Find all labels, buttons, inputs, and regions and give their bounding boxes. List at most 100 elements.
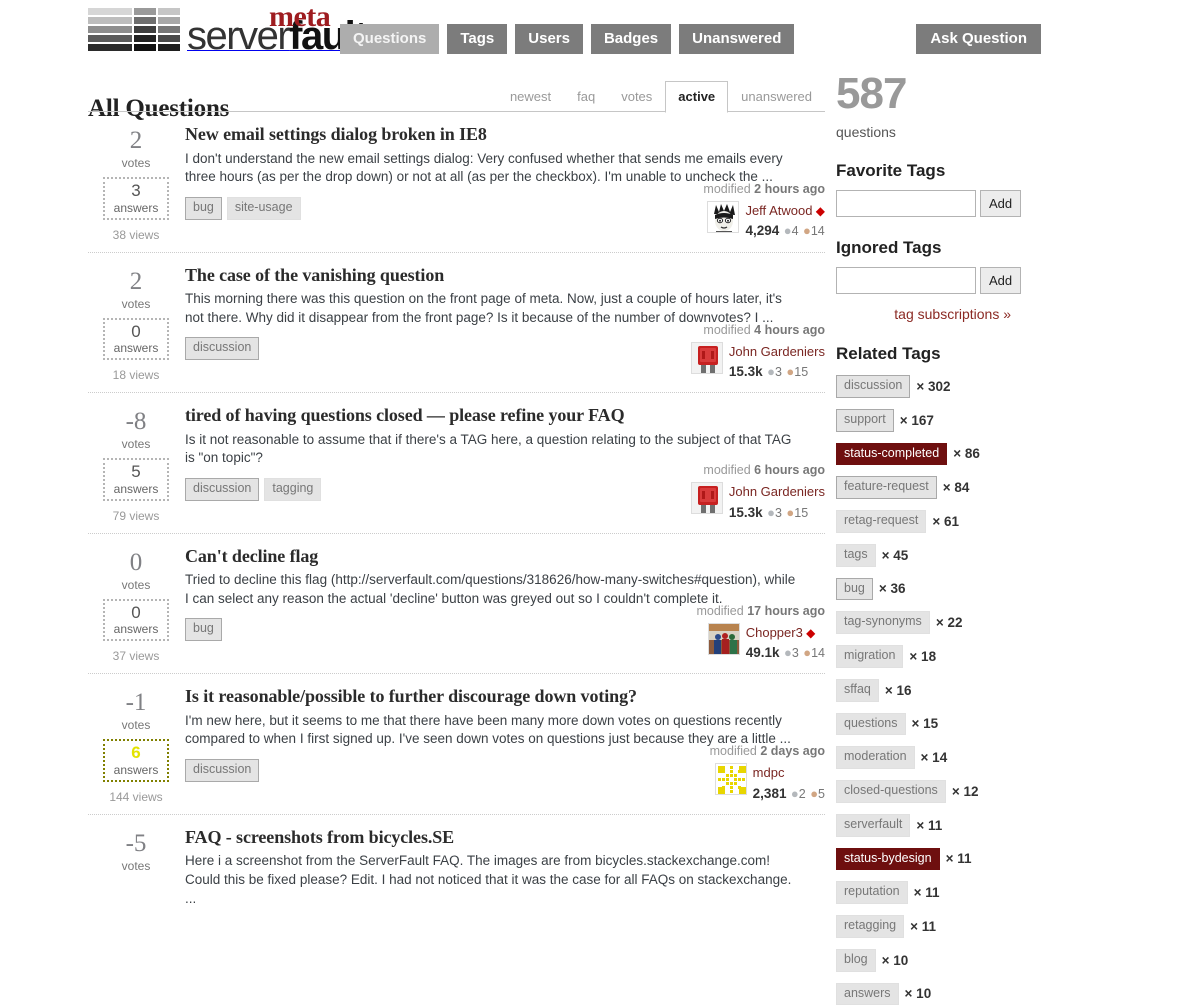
tab-newest[interactable]: newest — [497, 81, 564, 112]
question-title-link[interactable]: tired of having questions closed — pleas… — [185, 405, 825, 427]
tab-active[interactable]: active — [665, 81, 728, 113]
user-name-link[interactable]: John Gardeniers — [729, 484, 825, 499]
question-user-block: modified 2 hours agoJeff Atwood ◆4,294 ●… — [633, 182, 825, 242]
answer-count: 5 — [114, 462, 159, 482]
related-tag[interactable]: tag-synonyms — [836, 611, 930, 634]
question-tag[interactable]: discussion — [185, 759, 259, 782]
ignored-tags-input[interactable] — [836, 267, 976, 294]
view-count: 79 views — [88, 509, 184, 523]
favorite-tags-input[interactable] — [836, 190, 976, 217]
related-tag-count: × 10 — [905, 986, 932, 1001]
related-tag[interactable]: status-bydesign — [836, 848, 940, 871]
view-count: 38 views — [88, 228, 184, 242]
logo-meta-word: meta — [269, 2, 330, 32]
related-tag[interactable]: blog — [836, 949, 876, 972]
modified-time: modified 6 hours ago — [633, 463, 825, 477]
answer-count-label: answers — [114, 201, 159, 215]
related-tag-count: × 167 — [900, 413, 934, 428]
question-count-label: questions — [836, 124, 1086, 140]
related-tags-heading: Related Tags — [836, 344, 1086, 364]
question-tag[interactable]: bug — [185, 197, 222, 220]
avatar[interactable] — [708, 623, 740, 655]
related-tag[interactable]: feature-request — [836, 476, 937, 499]
related-tag[interactable]: answers — [836, 983, 899, 1005]
avatar[interactable] — [691, 482, 723, 514]
answer-count: 3 — [114, 181, 159, 201]
user-name-link[interactable]: John Gardeniers — [729, 344, 825, 359]
question-title-link[interactable]: The case of the vanishing question — [185, 265, 825, 287]
view-count: 37 views — [88, 649, 184, 663]
silver-badge-count: 2 — [799, 787, 806, 801]
tag-subscriptions-link[interactable]: tag subscriptions » — [836, 306, 1011, 322]
vote-count-label: votes — [88, 297, 184, 311]
ignored-tags-add-button[interactable]: Add — [980, 267, 1021, 294]
related-tag[interactable]: retagging — [836, 915, 904, 938]
tab-votes[interactable]: votes — [608, 81, 665, 112]
answer-count-box: 6answers — [103, 739, 170, 782]
nav-item-users[interactable]: Users — [515, 24, 583, 54]
avatar[interactable] — [691, 342, 723, 374]
favorite-tags-add-button[interactable]: Add — [980, 190, 1021, 217]
user-card: John Gardeniers15.3k ●3 ●15 — [633, 482, 825, 523]
question-tag[interactable]: discussion — [185, 337, 259, 360]
related-tag[interactable]: serverfault — [836, 814, 910, 837]
related-tag-row: migration× 18 — [836, 645, 1086, 668]
nav-item-questions[interactable]: Questions — [340, 24, 439, 54]
question-tag[interactable]: tagging — [264, 478, 321, 501]
nav-item-tags[interactable]: Tags — [447, 24, 507, 54]
related-tag-row: reputation× 11 — [836, 881, 1086, 904]
vote-count: -8 — [88, 409, 184, 434]
related-tag[interactable]: questions — [836, 713, 906, 736]
related-tag-row: tag-synonyms × 22 — [836, 611, 1086, 634]
silver-badge-icon: ● — [791, 786, 799, 801]
question-tag[interactable]: bug — [185, 618, 222, 641]
related-tag[interactable]: migration — [836, 645, 903, 668]
question-stats: -1votes6answers144 views — [88, 686, 184, 804]
question-title-link[interactable]: Can't decline flag — [185, 546, 825, 568]
question-user-block: modified 6 hours ago John Gardeniers15.3k… — [633, 463, 825, 523]
answer-count-box: 5answers — [103, 458, 170, 501]
related-tag[interactable]: closed-questions — [836, 780, 946, 803]
related-tag-count: × 12 — [952, 784, 979, 799]
related-tag-row: answers × 10 — [836, 983, 1086, 1005]
user-name-link[interactable]: mdpc — [753, 765, 785, 780]
avatar[interactable] — [707, 201, 739, 233]
related-tag[interactable]: tags — [836, 544, 876, 567]
related-tag-count: × 22 — [936, 615, 963, 630]
vote-count-label: votes — [88, 437, 184, 451]
tab-unanswered[interactable]: unanswered — [728, 81, 825, 112]
ask-question-button[interactable]: Ask Question — [916, 24, 1041, 54]
user-name-link[interactable]: Jeff Atwood — [745, 203, 812, 218]
ignored-tags-row: Add — [836, 267, 1086, 294]
related-tag-row: blog× 10 — [836, 949, 1086, 972]
user-reputation: 15.3k — [729, 364, 763, 379]
related-tag[interactable]: moderation — [836, 746, 915, 769]
avatar[interactable] — [715, 763, 747, 795]
related-tag[interactable]: status-completed — [836, 443, 947, 466]
silver-badge-count: 3 — [775, 506, 782, 520]
silver-badge-icon: ● — [767, 505, 775, 520]
related-tag[interactable]: sffaq — [836, 679, 879, 702]
modified-value: 2 hours ago — [754, 182, 825, 196]
related-tag[interactable]: retag-request — [836, 510, 926, 533]
question-tag[interactable]: discussion — [185, 478, 259, 501]
related-tag[interactable]: reputation — [836, 881, 908, 904]
question-title-link[interactable]: Is it reasonable/possible to further dis… — [185, 686, 825, 708]
tab-faq[interactable]: faq — [564, 81, 608, 112]
related-tag[interactable]: support — [836, 409, 894, 432]
question-summary: The case of the vanishing questionThis m… — [184, 265, 825, 383]
question-row: 2votes3answers38 viewsNew email settings… — [88, 112, 825, 253]
question-tag[interactable]: site-usage — [227, 197, 301, 220]
related-tag[interactable]: discussion — [836, 375, 910, 398]
user-card: Jeff Atwood ◆4,294 ●4 ●14 — [633, 201, 825, 242]
nav-item-badges[interactable]: Badges — [591, 24, 671, 54]
question-title-link[interactable]: New email settings dialog broken in IE8 — [185, 124, 825, 146]
user-name-link[interactable]: Chopper3 — [746, 625, 803, 640]
question-title-link[interactable]: FAQ - screenshots from bicycles.SE — [185, 827, 825, 849]
silver-badge-count: 3 — [775, 365, 782, 379]
related-tag[interactable]: bug — [836, 578, 873, 601]
modified-value: 6 hours ago — [754, 463, 825, 477]
site-logo[interactable]: meta serverfault — [88, 8, 366, 56]
related-tag-count: × 11 — [910, 919, 936, 934]
nav-item-unanswered[interactable]: Unanswered — [679, 24, 794, 54]
